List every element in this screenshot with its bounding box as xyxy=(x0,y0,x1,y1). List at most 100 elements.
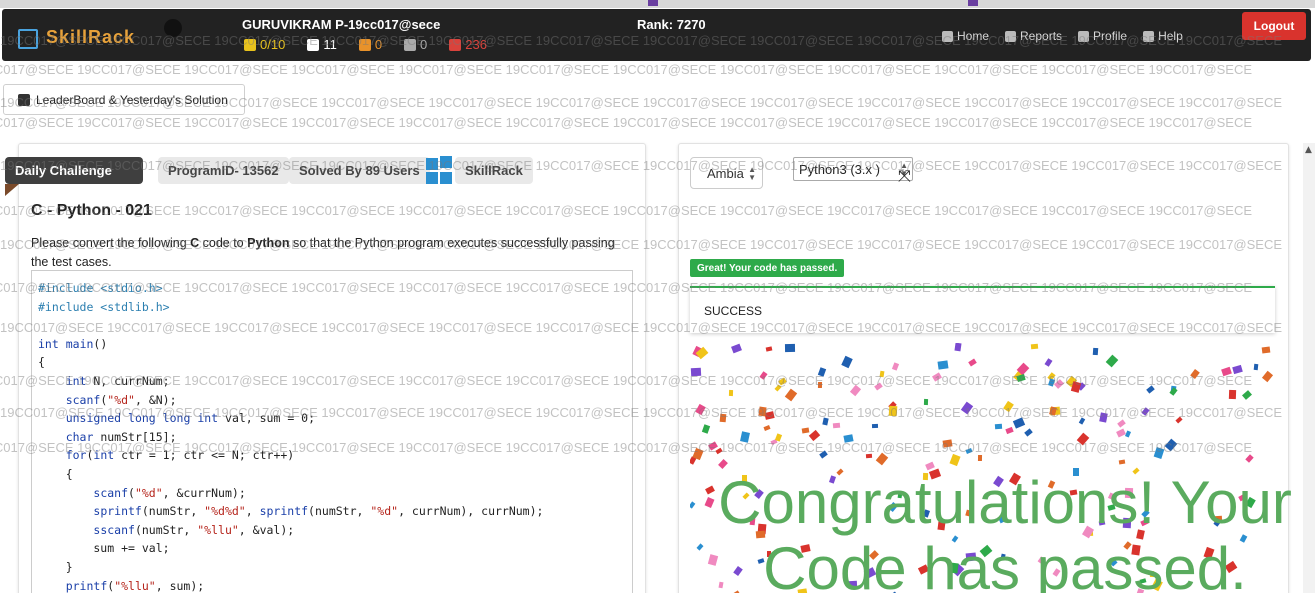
confetti-piece xyxy=(1232,364,1243,375)
confetti-piece xyxy=(1030,343,1039,350)
result-box: SUCCESS xyxy=(690,286,1275,333)
confetti-piece xyxy=(719,413,727,423)
confetti-piece xyxy=(843,434,854,443)
confetti-piece xyxy=(937,360,949,370)
confetti-piece xyxy=(1261,346,1271,354)
nav-home[interactable]: Home xyxy=(942,29,989,43)
confetti-piece xyxy=(740,431,750,443)
confetti-piece xyxy=(871,423,879,429)
stat-gold: 0 xyxy=(358,37,382,52)
brand-logo[interactable]: SkillRack xyxy=(46,27,135,48)
watermark-text: 19CC017@SECE 19CC017@SECE 19CC017@SECE 1… xyxy=(0,115,1253,130)
confetti-piece xyxy=(784,343,796,353)
stat-value: 11 xyxy=(323,37,337,52)
desc-text: code to xyxy=(199,236,248,250)
graduation-cap-icon xyxy=(307,38,320,51)
confetti-piece xyxy=(1118,459,1126,465)
scrollbar[interactable]: ▲ xyxy=(1303,143,1315,593)
pass-badge: Great! Your code has passed. xyxy=(690,259,845,277)
confetti-piece xyxy=(690,367,702,377)
desc-text: Please convert the following xyxy=(31,236,191,250)
bookmark-icon xyxy=(648,0,658,6)
fullscreen-icon[interactable]: ⤧ xyxy=(898,166,911,186)
confetti-piece xyxy=(774,433,783,442)
scroll-up-icon[interactable]: ▲ xyxy=(1305,145,1312,155)
theme-select[interactable]: Ambia ▲ ▼ xyxy=(690,157,763,189)
desc-lang-from: C xyxy=(190,236,200,250)
confetti-piece xyxy=(784,388,798,402)
home-icon xyxy=(942,30,953,42)
desc-lang-to: Python xyxy=(247,236,290,250)
confetti-piece xyxy=(778,377,787,386)
congrats-message: Congratulations! Your Code has passed. xyxy=(695,470,1315,593)
confetti-piece xyxy=(1117,419,1126,428)
confetti-piece xyxy=(1190,369,1200,379)
select-arrows-icon: ▲ ▼ xyxy=(748,165,756,182)
nav-links: Home Reports Profile Help xyxy=(942,29,1199,43)
medal-icon xyxy=(358,38,371,51)
solved-by-tag: Solved By 89 Users xyxy=(289,157,430,184)
rank-label: Rank: 7270 xyxy=(637,17,706,32)
confetti-piece xyxy=(1221,366,1232,377)
confetti-piece xyxy=(763,425,771,431)
confetti-piece xyxy=(1003,400,1014,413)
confetti-piece xyxy=(874,382,883,391)
skillrack-logo-icon[interactable] xyxy=(18,29,38,49)
stat-silver: 0 xyxy=(404,37,427,52)
confetti-piece xyxy=(715,447,723,455)
logout-button[interactable]: Logout xyxy=(1242,12,1306,40)
confetti-piece xyxy=(1016,374,1026,382)
confetti-piece xyxy=(875,452,889,466)
confetti-piece xyxy=(1076,432,1090,446)
program-id-tag: ProgramID- 13562 xyxy=(158,157,289,184)
confetti-piece xyxy=(849,384,862,397)
stat-trophy: 0/10 xyxy=(244,37,285,52)
confetti-piece xyxy=(1078,417,1086,425)
user-icon xyxy=(1078,30,1090,42)
skillrack-windows-icon xyxy=(426,156,454,184)
nav-label: Home xyxy=(957,29,990,43)
nav-help[interactable]: Help xyxy=(1143,29,1183,43)
silver-medal-icon xyxy=(404,38,417,51)
confetti-piece xyxy=(701,424,711,434)
confetti-piece xyxy=(932,372,942,382)
confetti-piece xyxy=(865,453,873,459)
reports-icon xyxy=(1005,30,1017,42)
confetti-piece xyxy=(817,381,823,389)
confetti-piece xyxy=(759,371,768,380)
confetti-piece xyxy=(949,453,961,467)
trophy-icon xyxy=(18,93,30,106)
confetti-piece xyxy=(1012,417,1026,429)
leaderboard-label: LeaderBoard & Yesterday's Solution xyxy=(36,92,228,107)
browser-bookmark-strip xyxy=(0,0,1315,8)
confetti-piece xyxy=(819,450,828,459)
source-code-box: #include <stdio.h> #include <stdlib.h> i… xyxy=(31,270,633,593)
confetti-piece xyxy=(891,362,900,371)
confetti-piece xyxy=(801,427,810,434)
language-select[interactable]: Python3 (3.x ) ▲ ▼ xyxy=(793,157,913,181)
confetti-piece xyxy=(954,343,962,352)
confetti-piece xyxy=(728,389,734,397)
stat-value: 236 xyxy=(465,37,487,52)
top-navbar: SkillRack GURUVIKRAM P-19cc017@sece Rank… xyxy=(2,9,1311,61)
confetti-piece xyxy=(1070,381,1082,393)
watermark-text: 19CC017@SECE 19CC017@SECE 19CC017@SECE 1… xyxy=(0,62,1253,77)
confetti-piece xyxy=(994,423,1003,430)
nav-profile[interactable]: Profile xyxy=(1078,29,1127,43)
confetti-piece xyxy=(841,355,853,369)
confetti-piece xyxy=(879,370,885,378)
confetti-piece xyxy=(695,403,706,416)
help-icon xyxy=(1143,30,1155,42)
confetti-piece xyxy=(1261,370,1274,383)
language-value: Python3 (3.x ) xyxy=(799,161,880,177)
stat-bugs: 236 xyxy=(449,37,487,52)
user-stats: 0/10 11 0 0 236 xyxy=(244,37,509,52)
confetti-piece xyxy=(832,422,841,429)
confetti-piece xyxy=(1175,416,1183,424)
confetti-piece xyxy=(1228,389,1237,400)
bug-icon xyxy=(449,38,462,51)
stat-courses: 11 xyxy=(307,37,337,52)
nav-reports[interactable]: Reports xyxy=(1005,29,1062,43)
confetti-piece xyxy=(942,439,953,448)
leaderboard-button[interactable]: LeaderBoard & Yesterday's Solution xyxy=(3,84,245,115)
